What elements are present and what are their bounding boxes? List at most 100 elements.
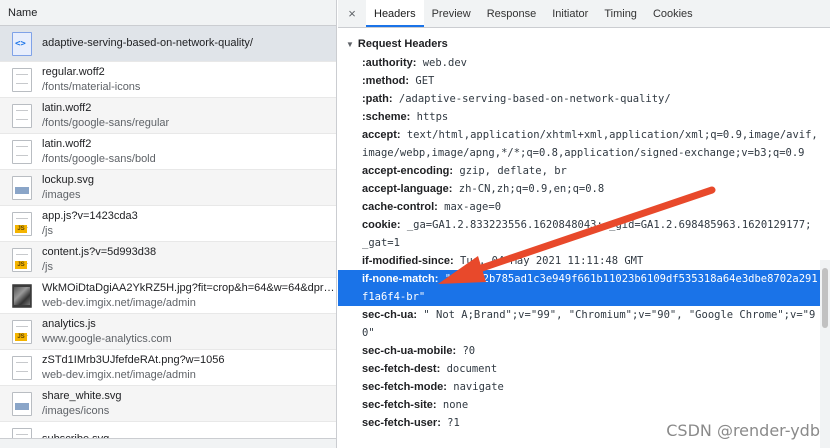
request-path: /images (42, 188, 81, 201)
request-path: /js (42, 224, 53, 237)
scrollbar-thumb[interactable] (822, 268, 828, 328)
header-name: sec-fetch-site: (362, 399, 437, 411)
request-row[interactable]: share_white.svg/images/icons (0, 386, 336, 422)
document-icon: <> (12, 31, 32, 56)
request-row[interactable]: zSTd1IMrb3UJfefdeRAt.png?w=1056 web-dev.i… (0, 350, 336, 386)
header-value: navigate (446, 381, 504, 393)
request-path: /images/icons (42, 404, 110, 417)
header-value: max-age=0 (437, 201, 502, 213)
request-path: www.google-analytics.com (42, 332, 172, 345)
header-name: if-modified-since: (362, 255, 454, 267)
header-name: cookie: (362, 219, 401, 231)
request-details-pane: × Headers Preview Response Initiator Tim… (338, 0, 830, 448)
request-row[interactable]: regular.woff2/fonts/material-icons (0, 62, 336, 98)
request-text: lockup.svg/images (42, 173, 94, 203)
header-value: " Not A;Brand";v="99", "Chromium";v="90"… (362, 309, 816, 339)
script-file-icon: JS (12, 211, 32, 236)
tab-headers[interactable]: Headers (366, 0, 424, 27)
font-file-icon (12, 355, 32, 380)
details-tab-bar: × Headers Preview Response Initiator Tim… (338, 0, 830, 28)
request-row[interactable]: WkMOiDtaDgiAA2YkRZ5H.jpg?fit=crop&h=64&w… (0, 278, 336, 314)
request-text: app.js?v=1423cda3/js (42, 209, 138, 239)
header-row[interactable]: cache-control: max-age=0 (338, 198, 830, 216)
script-file-icon: JS (12, 319, 32, 344)
header-value: zh-CN,zh;q=0.9,en;q=0.8 (452, 183, 605, 195)
font-file-icon (12, 67, 32, 92)
section-title: Request Headers (357, 38, 448, 50)
request-name: zSTd1IMrb3UJfefdeRAt.png?w=1056 (42, 353, 225, 366)
header-row[interactable]: :scheme: https (338, 108, 830, 126)
header-name: :method: (362, 75, 410, 87)
name-column-header[interactable]: Name (0, 0, 336, 26)
header-value: GET (409, 75, 435, 87)
watermark: CSDN @render-ydb (666, 421, 820, 440)
header-name: :scheme: (362, 111, 411, 123)
header-row[interactable]: if-none-match: "292a32b785ad1c3e949f661b… (338, 270, 830, 306)
photo-thumbnail-icon (12, 283, 32, 308)
header-value: web.dev (416, 57, 467, 69)
headers-content: ▼ Request Headers :authority: web.dev:met… (338, 28, 830, 432)
request-name: share_white.svg (42, 389, 122, 402)
image-file-icon (12, 391, 32, 416)
tab-preview[interactable]: Preview (424, 0, 479, 27)
request-name: adaptive-serving-based-on-network-qualit… (42, 37, 253, 49)
request-name: content.js?v=5d993d38 (42, 245, 157, 258)
request-headers-section-toggle[interactable]: ▼ Request Headers (338, 34, 830, 54)
request-headers-list: :authority: web.dev:method: GET:path: /a… (338, 54, 830, 432)
header-value: /adaptive-serving-based-on-network-quali… (392, 93, 671, 105)
tab-response[interactable]: Response (479, 0, 545, 27)
header-row[interactable]: cookie: _ga=GA1.2.833223556.1620848043; … (338, 216, 830, 252)
header-value: document (440, 363, 498, 375)
request-name: WkMOiDtaDgiAA2YkRZ5H.jpg?fit=crop&h=64&w… (42, 281, 336, 294)
tab-timing[interactable]: Timing (596, 0, 645, 27)
header-row[interactable]: sec-ch-ua-mobile: ?0 (338, 342, 830, 360)
request-name: analytics.js (42, 317, 96, 330)
request-row[interactable]: JS app.js?v=1423cda3/js (0, 206, 336, 242)
header-row[interactable]: accept-encoding: gzip, deflate, br (338, 162, 830, 180)
header-row[interactable]: sec-fetch-dest: document (338, 360, 830, 378)
request-row[interactable]: <> adaptive-serving-based-on-network-qual… (0, 26, 336, 62)
request-list: <> adaptive-serving-based-on-network-qual… (0, 26, 336, 448)
tab-initiator[interactable]: Initiator (544, 0, 596, 27)
image-file-icon (12, 175, 32, 200)
request-row[interactable]: JS analytics.js www.google-analytics.com (0, 314, 336, 350)
font-file-icon (12, 139, 32, 164)
header-row[interactable]: accept-language: zh-CN,zh;q=0.9,en;q=0.8 (338, 180, 830, 198)
request-text: zSTd1IMrb3UJfefdeRAt.png?w=1056 web-dev.i… (42, 353, 225, 383)
request-text: analytics.js www.google-analytics.com (42, 317, 172, 347)
request-text: adaptive-serving-based-on-network-qualit… (42, 36, 253, 51)
request-text: WkMOiDtaDgiAA2YkRZ5H.jpg?fit=crop&h=64&w… (42, 281, 336, 311)
close-icon[interactable]: × (338, 0, 366, 27)
request-path: /fonts/material-icons (42, 80, 141, 93)
request-path: web-dev.imgix.net/image/admin (42, 296, 196, 309)
request-row[interactable]: JS content.js?v=5d993d38/js (0, 242, 336, 278)
header-row[interactable]: accept: text/html,application/xhtml+xml,… (338, 126, 830, 162)
tab-cookies[interactable]: Cookies (645, 0, 701, 27)
header-value: https (410, 111, 449, 123)
header-row[interactable]: sec-fetch-mode: navigate (338, 378, 830, 396)
header-row[interactable]: :authority: web.dev (338, 54, 830, 72)
request-text: content.js?v=5d993d38/js (42, 245, 156, 275)
header-value: text/html,application/xhtml+xml,applicat… (362, 129, 818, 159)
request-path: /fonts/google-sans/regular (42, 116, 170, 129)
request-row[interactable]: latin.woff2/fonts/google-sans/bold (0, 134, 336, 170)
header-name: sec-ch-ua-mobile: (362, 345, 457, 357)
request-text: share_white.svg/images/icons (42, 389, 122, 419)
request-name: regular.woff2 (42, 65, 105, 78)
request-text: regular.woff2/fonts/material-icons (42, 65, 140, 95)
header-value: ?1 (440, 417, 460, 429)
request-row[interactable]: latin.woff2/fonts/google-sans/regular (0, 98, 336, 134)
request-text: latin.woff2/fonts/google-sans/regular (42, 101, 169, 131)
header-row[interactable]: sec-fetch-site: none (338, 396, 830, 414)
header-name: sec-fetch-dest: (362, 363, 441, 375)
header-row[interactable]: sec-ch-ua: " Not A;Brand";v="99", "Chrom… (338, 306, 830, 342)
header-name: sec-fetch-user: (362, 417, 441, 429)
header-value: none (436, 399, 469, 411)
request-list-pane: Name <> adaptive-serving-based-on-network… (0, 0, 337, 448)
request-row[interactable]: lockup.svg/images (0, 170, 336, 206)
header-row[interactable]: :path: /adaptive-serving-based-on-networ… (338, 90, 830, 108)
request-path: /js (42, 260, 53, 273)
header-row[interactable]: if-modified-since: Tue, 04 May 2021 11:1… (338, 252, 830, 270)
header-value: Tue, 04 May 2021 11:11:48 GMT (453, 255, 644, 267)
header-row[interactable]: :method: GET (338, 72, 830, 90)
